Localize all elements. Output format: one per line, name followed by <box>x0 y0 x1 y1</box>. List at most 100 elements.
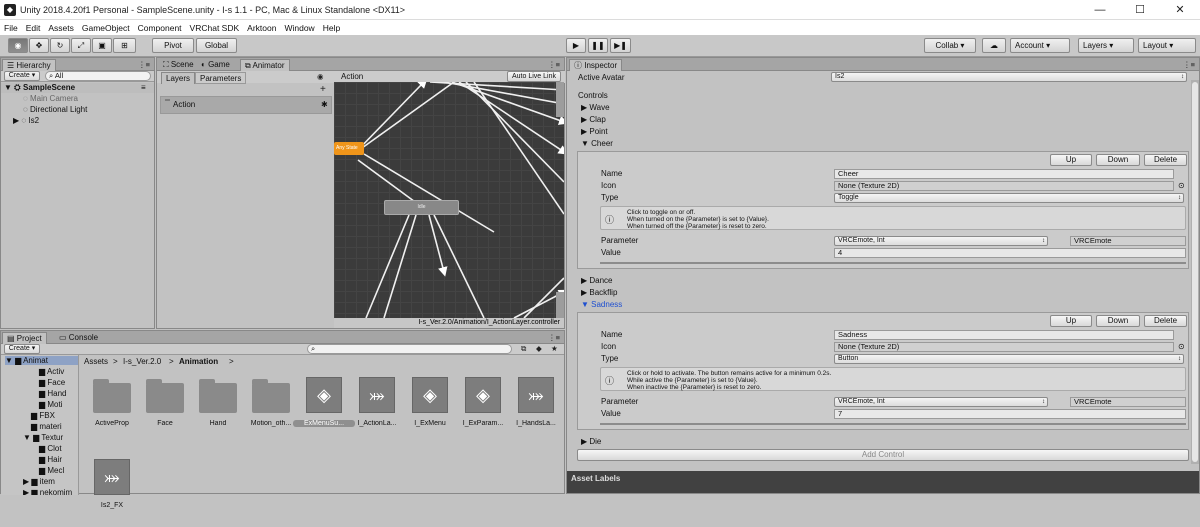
any-state-node[interactable]: Any State <box>334 142 364 155</box>
tab-layers[interactable]: Layers <box>161 72 196 84</box>
up-button[interactable]: Up <box>1050 154 1092 166</box>
panel-menu-icon[interactable]: ⋮≡ <box>548 60 560 69</box>
control-item-sadness[interactable]: ▼ Sadness <box>581 300 622 309</box>
menu-file[interactable]: File <box>4 23 18 33</box>
menu-component[interactable]: Component <box>138 23 182 33</box>
inspector-scrollbar[interactable] <box>1191 80 1199 464</box>
play-button[interactable]: ▶ <box>566 38 586 53</box>
delete-button[interactable]: Delete <box>1144 154 1187 166</box>
filter-label-icon[interactable]: ◆ <box>536 344 542 353</box>
close-button[interactable]: ✕ <box>1160 0 1200 20</box>
hierarchy-item-is2[interactable]: ▶ ◌ Is2 <box>13 116 39 125</box>
project-search-input[interactable]: ⌕ <box>307 344 512 354</box>
panel-menu-icon[interactable]: ⋮≡ <box>1183 60 1195 69</box>
add-layer-button[interactable]: + <box>320 84 326 95</box>
panel-menu-icon[interactable]: ⋮≡ <box>138 60 150 69</box>
parameter-dropdown[interactable]: VRCEmote, Int <box>834 236 1048 246</box>
down-button[interactable]: Down <box>1096 315 1140 327</box>
tree-item-motion[interactable]: ▆ Moti <box>39 400 63 409</box>
menu-window[interactable]: Window <box>284 23 314 33</box>
favorite-icon[interactable]: ★ <box>551 344 558 353</box>
menu-help[interactable]: Help <box>323 23 340 33</box>
account-dropdown[interactable]: Account ▾ <box>1010 38 1070 53</box>
tab-game[interactable]: ◐ Game <box>197 59 234 71</box>
tree-item-materials[interactable]: ▆ materi <box>31 422 62 431</box>
maximize-button[interactable]: ☐ <box>1120 0 1160 20</box>
menu-assets[interactable]: Assets <box>48 23 74 33</box>
hierarchy-item-main-camera[interactable]: ◌ Main Camera <box>23 94 78 103</box>
tree-item-hair[interactable]: ▆ Hair <box>39 455 62 464</box>
menu-gameobject[interactable]: GameObject <box>82 23 130 33</box>
active-avatar-dropdown[interactable]: Is2 <box>831 72 1187 82</box>
scrollbar-thumb[interactable] <box>1192 82 1198 462</box>
auto-live-link-button[interactable]: Auto Live Link <box>507 71 561 82</box>
transform-tool-icon[interactable]: ⊞ <box>113 38 136 53</box>
panel-menu-icon[interactable]: ⋮≡ <box>548 333 560 342</box>
project-create-button[interactable]: Create ▾ <box>4 344 40 354</box>
tab-inspector[interactable]: ⓘ Inspector <box>569 59 623 71</box>
type-dropdown[interactable]: Button <box>834 354 1184 364</box>
add-control-button[interactable]: Add Control <box>577 449 1189 461</box>
up-button[interactable]: Up <box>1050 315 1092 327</box>
breadcrumb-version[interactable]: I-s_Ver.2.0 <box>123 357 161 366</box>
menu-vrchat-sdk[interactable]: VRChat SDK <box>190 23 240 33</box>
parameter-dropdown[interactable]: VRCEmote, Int <box>834 397 1048 407</box>
tree-item-cloth[interactable]: ▆ Clot <box>39 444 62 453</box>
tab-parameters[interactable]: Parameters <box>195 72 247 84</box>
tree-item-hand[interactable]: ▆ Hand <box>39 389 67 398</box>
name-field[interactable]: Sadness <box>834 330 1174 340</box>
tree-item-textures[interactable]: ▼ ▆ Textur <box>23 433 63 442</box>
delete-button[interactable]: Delete <box>1144 315 1187 327</box>
filter-type-icon[interactable]: ⧉ <box>521 344 526 354</box>
hierarchy-create-button[interactable]: Create ▾ <box>4 71 40 81</box>
eye-icon[interactable]: ◉ <box>317 72 324 81</box>
pivot-toggle[interactable]: Pivot <box>152 38 194 53</box>
expand-arrow-icon[interactable]: ▼ <box>5 356 15 365</box>
control-item-point[interactable]: ▶ Point <box>581 127 608 136</box>
control-item-cheer[interactable]: ▼ Cheer <box>581 139 613 148</box>
minimize-button[interactable]: — <box>1080 0 1120 20</box>
menu-edit[interactable]: Edit <box>26 23 41 33</box>
move-tool-icon[interactable]: ✥ <box>29 38 49 53</box>
menu-arktoon[interactable]: Arktoon <box>247 23 276 33</box>
layer-item-action[interactable]: ═ Action ✱ <box>160 96 332 114</box>
object-picker-icon[interactable]: ⊙ <box>1178 342 1185 351</box>
layers-dropdown[interactable]: Layers ▾ <box>1078 38 1134 53</box>
hierarchy-item-directional-light[interactable]: ◌ Directional Light <box>23 105 87 114</box>
tree-item-face[interactable]: ▆ Face <box>39 378 65 387</box>
icon-field[interactable]: None (Texture 2D) <box>834 342 1174 352</box>
tree-item-mecha[interactable]: ▆ Mecl <box>39 466 64 475</box>
control-item-backflip[interactable]: ▶ Backflip <box>581 288 617 297</box>
scene-expand-icon[interactable]: ▼ ⛭ <box>4 83 21 93</box>
tree-item-fbx[interactable]: ▆ FBX <box>31 411 55 420</box>
tab-project[interactable]: ▤ Project <box>2 332 47 344</box>
scale-tool-icon[interactable]: ⤢ <box>71 38 91 53</box>
icon-field[interactable]: None (Texture 2D) <box>834 181 1174 191</box>
rect-tool-icon[interactable]: ▣ <box>92 38 112 53</box>
scene-menu-icon[interactable]: ≡ <box>141 83 146 92</box>
animator-graph[interactable]: Any State Idle I-s_Ver.2.0/Animation/I_A… <box>334 82 564 328</box>
layout-dropdown[interactable]: Layout ▾ <box>1138 38 1196 53</box>
tab-hierarchy[interactable]: ☰ Hierarchy <box>2 59 56 71</box>
asset-item-i-handsla[interactable]: ⤗ I_HandsLa... <box>505 375 567 445</box>
type-dropdown[interactable]: Toggle <box>834 193 1184 203</box>
rotate-tool-icon[interactable]: ↻ <box>50 38 70 53</box>
tab-console[interactable]: ▭ Console <box>55 332 102 344</box>
pause-button[interactable]: ❚❚ <box>588 38 608 53</box>
tab-scene[interactable]: ⛶ Scene <box>159 59 198 71</box>
tree-item-animation[interactable]: ▼ ▆ Animat <box>5 356 78 365</box>
tree-item-active[interactable]: ▆ Activ <box>39 367 64 376</box>
expand-arrow-icon[interactable]: ▼ <box>23 433 33 442</box>
asset-item-is2-fx[interactable]: ⤗ Is2_FX <box>81 457 143 527</box>
state-node[interactable]: Idle <box>384 200 459 215</box>
global-toggle[interactable]: Global <box>196 38 237 53</box>
breadcrumb-assets[interactable]: Assets <box>84 357 108 366</box>
tree-item-item[interactable]: ▶ ▆ item <box>23 477 55 486</box>
tab-animator[interactable]: ⧉ Animator <box>240 59 290 71</box>
object-picker-icon[interactable]: ⊙ <box>1178 181 1185 190</box>
collab-button[interactable]: Collab ▾ <box>924 38 976 53</box>
step-button[interactable]: ▶❚ <box>610 38 631 53</box>
value-field[interactable]: 7 <box>834 409 1186 419</box>
drag-handle-icon[interactable]: ═ <box>165 97 170 104</box>
control-item-clap[interactable]: ▶ Clap <box>581 115 606 124</box>
